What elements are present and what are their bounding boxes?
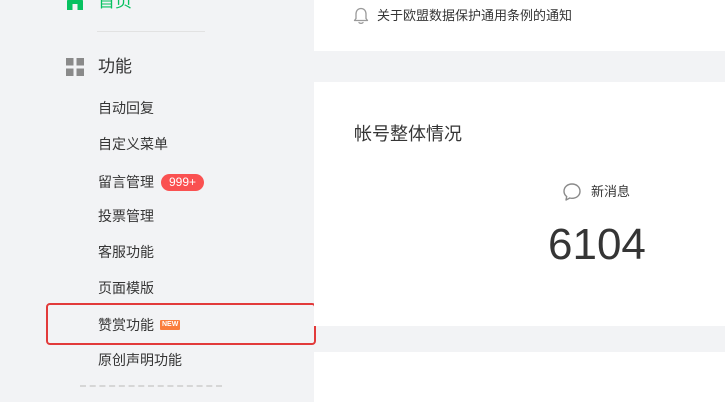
sidebar-item-label: 页面模版: [98, 280, 154, 296]
notice-text: 关于欧盟数据保护通用条例的通知: [377, 8, 573, 23]
grid-icon: [66, 58, 84, 76]
count-badge: 999+: [161, 173, 205, 191]
chat-icon: [562, 182, 582, 202]
sidebar-item-customer-service[interactable]: 客服功能: [98, 242, 154, 262]
divider: [97, 31, 205, 32]
sidebar-item-label: 自定义菜单: [98, 136, 168, 152]
highlight-box: [46, 303, 316, 345]
sidebar-item-label: 客服功能: [98, 244, 154, 260]
sidebar-item-auto-reply[interactable]: 自动回复: [98, 98, 154, 118]
sidebar-item-home[interactable]: 首页: [66, 0, 132, 14]
sidebar-item-label: 留言管理: [98, 174, 154, 190]
sidebar-item-label: 投票管理: [98, 208, 154, 224]
sidebar-item-label: 自动回复: [98, 100, 154, 116]
notice-panel: 关于欧盟数据保护通用条例的通知: [314, 0, 725, 51]
sidebar-item-page-templates[interactable]: 页面模版: [98, 278, 154, 298]
sidebar-item-original-declaration[interactable]: 原创声明功能: [98, 350, 182, 370]
panel-title: 帐号整体情况: [354, 124, 462, 144]
sidebar: 首页 功能 自动回复 自定义菜单 留言管理 999+ 投票管理 客服功能 页面模…: [0, 0, 316, 393]
account-overview-panel: 帐号整体情况 新消息 6104: [314, 82, 725, 326]
sidebar-item-voting[interactable]: 投票管理: [98, 206, 154, 226]
bell-icon: [353, 7, 369, 25]
new-messages-link[interactable]: 新消息: [562, 182, 630, 202]
sidebar-section-label: 功能: [98, 57, 132, 76]
new-messages-label: 新消息: [591, 184, 631, 199]
sidebar-item-label: 原创声明功能: [98, 352, 182, 368]
sidebar-item-home-label: 首页: [98, 0, 132, 11]
dashed-divider: [80, 385, 222, 393]
new-messages-count: 6104: [548, 220, 646, 269]
home-icon: [66, 0, 84, 11]
sidebar-section-functions[interactable]: 功能: [66, 55, 132, 79]
sidebar-item-comments[interactable]: 留言管理 999+: [98, 172, 205, 192]
next-panel: [314, 352, 725, 402]
sidebar-item-custom-menu[interactable]: 自定义菜单: [98, 134, 168, 154]
notice-link[interactable]: 关于欧盟数据保护通用条例的通知: [353, 6, 572, 26]
